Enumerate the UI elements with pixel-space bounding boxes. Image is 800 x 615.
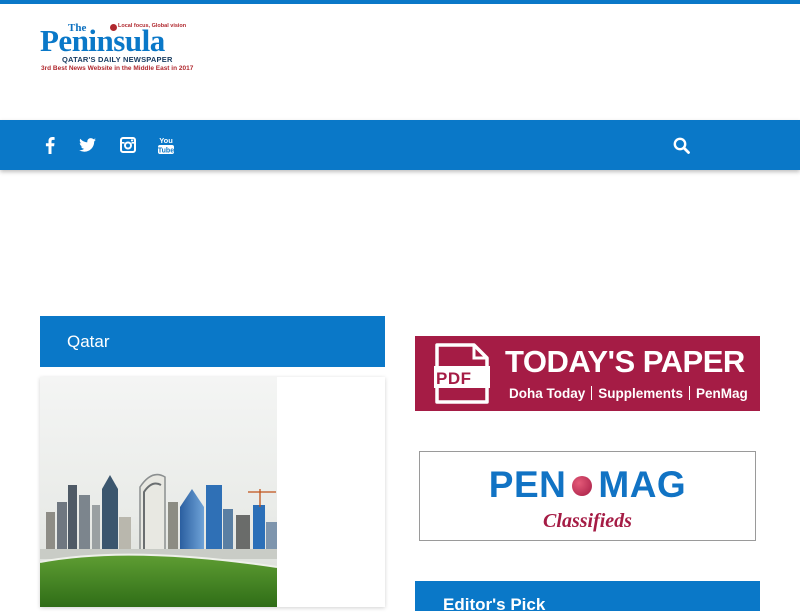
divider [689, 386, 691, 400]
penmag-logo: PEN MAG [420, 464, 755, 506]
featured-story-card[interactable] [40, 377, 385, 607]
penmag-mag-text: MAG [598, 464, 687, 505]
twitter-icon[interactable] [76, 133, 98, 157]
youtube-icon[interactable]: You Tube [155, 133, 177, 157]
svg-text:You: You [159, 136, 173, 145]
link-supplements[interactable]: Supplements [598, 386, 683, 401]
todays-paper-title: TODAY'S PAPER [505, 344, 745, 379]
classifieds-label: Classifieds [543, 510, 632, 532]
penmag-pen-text: PEN [488, 464, 567, 505]
svg-text:Tube: Tube [158, 148, 174, 155]
section-title: Qatar [67, 332, 110, 351]
todays-paper-banner[interactable]: PDF TODAY'S PAPER Doha Today Supplements P… [415, 336, 760, 411]
pdf-badge-label: PDF [436, 369, 472, 388]
editors-pick-title: Editor's Pick [443, 595, 546, 614]
site-logo[interactable]: The Local focus, Global vision Peninsula… [40, 20, 220, 76]
story-thumbnail-doha-skyline[interactable] [40, 377, 277, 607]
editors-pick-header[interactable]: Editor's Pick [415, 581, 760, 614]
todays-paper-links: Doha Today Supplements PenMag [509, 386, 748, 401]
logo-award-text: 3rd Best News Website in the Middle East… [41, 65, 194, 72]
top-accent-strip [0, 0, 800, 4]
search-icon[interactable] [670, 133, 692, 157]
main-navbar: You Tube [0, 120, 800, 170]
divider [591, 386, 593, 400]
penmag-classifieds-banner[interactable]: PEN MAG Classifieds [419, 451, 756, 541]
link-penmag[interactable]: PenMag [696, 386, 748, 401]
link-doha-today[interactable]: Doha Today [509, 386, 585, 401]
logo-wordmark: Peninsula [40, 23, 165, 58]
section-header-qatar[interactable]: Qatar [40, 316, 385, 367]
facebook-icon[interactable] [39, 133, 61, 157]
globe-icon [572, 476, 593, 496]
instagram-icon[interactable] [117, 133, 139, 157]
logo-subtitle: QATAR'S DAILY NEWSPAPER [62, 55, 173, 64]
